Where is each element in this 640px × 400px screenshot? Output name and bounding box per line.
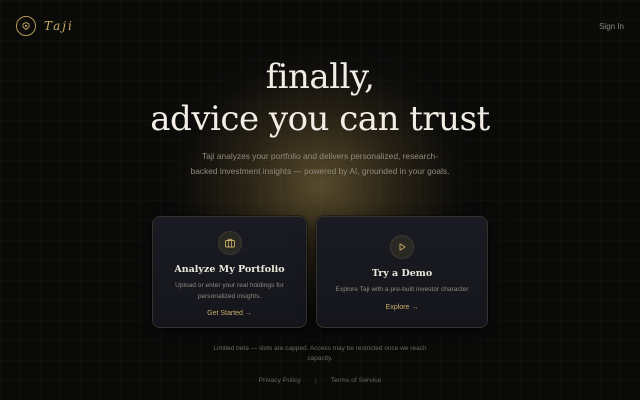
hero-title-line-1: finally, <box>265 57 375 97</box>
explore-link[interactable]: Explore → <box>386 304 419 311</box>
privacy-policy-link[interactable]: Privacy Policy <box>259 377 301 384</box>
lion-crest-icon <box>16 16 36 36</box>
top-bar: Taji Sign In <box>0 0 640 52</box>
card-description: Upload or enter your real holdings for p… <box>175 282 284 300</box>
play-icon <box>390 235 414 259</box>
hero-title-line-2: advice you can trust <box>150 99 490 139</box>
get-started-link[interactable]: Get Started → <box>207 310 252 317</box>
briefcase-icon <box>217 231 242 255</box>
hero-title: finally, advice you can trust <box>0 56 640 140</box>
card-description: Explore Taji with a pre-built investor c… <box>335 286 469 293</box>
brand-logo[interactable]: Taji <box>16 16 74 36</box>
hero-subtitle: Taji analyzes your portfolio and deliver… <box>190 151 450 176</box>
hero-section: finally, advice you can trust Taji analy… <box>0 56 640 179</box>
card-title: Try a Demo <box>371 268 433 279</box>
footer: Privacy Policy | Terms of Service <box>0 377 640 384</box>
card-title: Analyze My Portfolio <box>174 264 285 275</box>
beta-notice: Limited beta — slots are capped. Access … <box>0 344 640 364</box>
action-cards: Analyze My Portfolio Upload or enter you… <box>152 216 488 328</box>
sign-in-link[interactable]: Sign In <box>599 22 624 31</box>
footer-separator: | <box>314 377 317 384</box>
terms-of-service-link[interactable]: Terms of Service <box>331 377 382 384</box>
try-demo-card[interactable]: Try a Demo Explore Taji with a pre-built… <box>316 216 488 328</box>
brand-name: Taji <box>44 19 74 33</box>
analyze-portfolio-card[interactable]: Analyze My Portfolio Upload or enter you… <box>152 216 307 328</box>
beta-notice-text: Limited beta — slots are capped. Access … <box>213 345 427 362</box>
